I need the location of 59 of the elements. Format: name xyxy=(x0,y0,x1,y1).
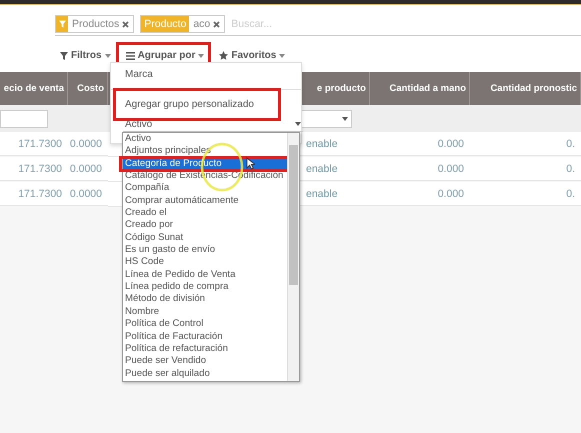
dropdown-option[interactable]: Política de Facturación xyxy=(123,330,287,343)
column-header[interactable]: Costo xyxy=(68,72,108,105)
toolbar-button[interactable]: Agrupar por xyxy=(122,48,208,63)
dropdown-option[interactable]: Línea de Pedido de Venta xyxy=(123,268,287,282)
dropdown-option[interactable]: Línea pedido de compra xyxy=(123,281,287,294)
table-cell: enable xyxy=(300,157,370,181)
filter-icon xyxy=(58,20,66,28)
menu-icon xyxy=(126,52,135,60)
caret-icon xyxy=(104,54,111,58)
table-cell: enable xyxy=(300,182,370,206)
star-icon xyxy=(219,51,228,60)
column-header[interactable]: Cantidad pronostic xyxy=(470,72,581,105)
table-cell: 0. xyxy=(470,132,581,156)
dropdown-option[interactable]: Comprar automáticamente xyxy=(123,194,287,208)
table-cell: 0.0000 xyxy=(68,132,108,156)
dropdown-option[interactable]: Compañía xyxy=(123,182,287,195)
toolbar-button[interactable]: Filtros xyxy=(57,48,114,63)
menu-item[interactable]: Marca xyxy=(111,63,301,86)
toolbar-button[interactable]: Favoritos xyxy=(216,48,288,63)
filter-input[interactable] xyxy=(0,110,48,128)
menu-item[interactable]: Agregar grupo personalizado xyxy=(111,93,301,116)
caret-icon xyxy=(295,122,301,126)
dropdown-option[interactable]: Creado el xyxy=(123,207,287,220)
table-cell: 171.7300 xyxy=(0,157,68,181)
caret-icon xyxy=(198,54,204,58)
dropdown-option[interactable]: Política de Control xyxy=(123,318,287,330)
dropdown-option[interactable]: Creado por xyxy=(123,219,287,232)
dropdown-option[interactable]: Política de refacturación xyxy=(123,342,287,356)
dropdown-option[interactable]: Código Sunat xyxy=(123,232,287,244)
pointer-icon xyxy=(246,157,255,170)
column-header[interactable]: Cantidad a mano xyxy=(370,72,470,105)
filter-icon xyxy=(60,52,68,60)
dropdown-option[interactable]: Puede ser Vendido xyxy=(123,355,287,368)
table-cell: 0. xyxy=(470,157,581,181)
dropdown-option[interactable]: Nombre xyxy=(123,306,287,318)
table-cell: 171.7300 xyxy=(0,132,68,156)
table-cell: 0.0000 xyxy=(68,182,108,206)
facet-label: Producto xyxy=(141,16,190,32)
dropdown-option[interactable]: HS Code xyxy=(123,256,287,269)
dropdown-option[interactable]: Método de división xyxy=(123,293,287,306)
facet-text: aco xyxy=(193,17,210,32)
table-cell: 0.000 xyxy=(370,157,470,181)
column-header[interactable]: e producto xyxy=(300,72,370,105)
table-cell: 0.000 xyxy=(370,182,470,206)
facet-text: Productos xyxy=(72,17,120,32)
table-cell: 0. xyxy=(470,182,581,206)
column-header[interactable]: ecio de venta xyxy=(0,72,68,105)
table-cell: 0.000 xyxy=(370,132,470,156)
table-cell: 171.7300 xyxy=(0,182,68,206)
close-icon[interactable] xyxy=(122,20,130,28)
caret-icon xyxy=(279,54,286,58)
caret-icon xyxy=(342,116,348,120)
dropdown-option[interactable]: Puede ser alquilado xyxy=(123,368,287,380)
scrollbar[interactable] xyxy=(287,133,299,381)
close-icon[interactable] xyxy=(213,20,220,28)
table-cell: 0.0000 xyxy=(68,157,108,181)
table-cell: enable xyxy=(300,132,370,156)
dropdown-option[interactable]: Es un gasto de envío xyxy=(123,244,287,256)
dropdown-option[interactable]: Activo xyxy=(123,133,287,146)
